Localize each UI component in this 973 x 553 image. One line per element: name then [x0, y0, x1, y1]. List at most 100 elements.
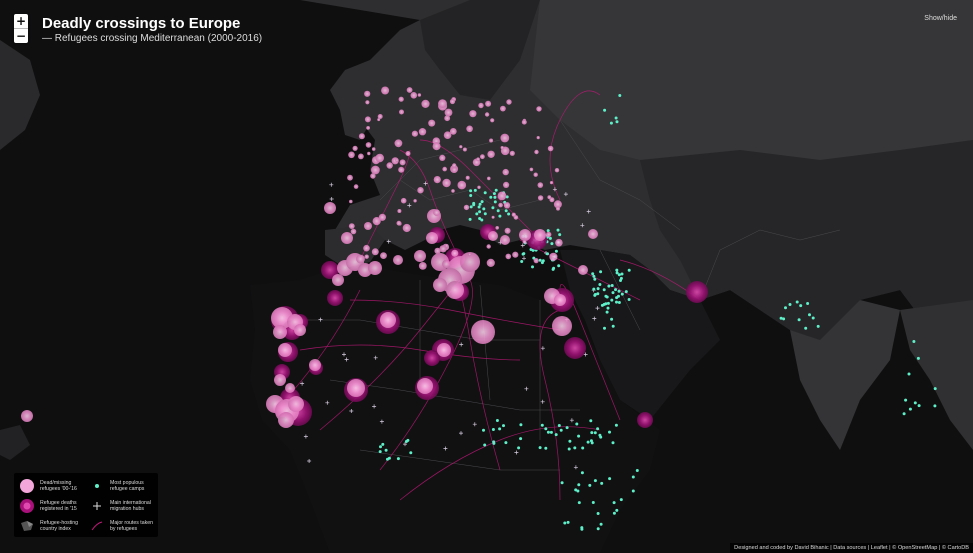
refugee-camp-dot[interactable]	[806, 302, 810, 305]
refugee-camp-dot[interactable]	[799, 304, 803, 308]
refugee-camp-dot[interactable]	[566, 520, 570, 524]
refugee-camp-dot[interactable]	[504, 209, 508, 213]
dead-missing-marker[interactable]	[451, 166, 458, 173]
refugee-camp-dot[interactable]	[598, 433, 602, 437]
refugee-camp-dot[interactable]	[483, 443, 487, 447]
refugee-camp-dot[interactable]	[475, 212, 479, 216]
dead-missing-marker[interactable]	[549, 252, 558, 261]
refugee-camp-dot[interactable]	[580, 471, 584, 475]
dead-missing-marker[interactable]	[477, 185, 481, 189]
dead-missing-marker[interactable]	[349, 199, 353, 204]
dead-missing-marker[interactable]	[547, 145, 554, 152]
dead-missing-marker[interactable]	[547, 195, 552, 200]
refugee-camp-dot[interactable]	[907, 372, 911, 376]
refugee-camp-dot[interactable]	[598, 283, 602, 286]
refugee-camp-dot[interactable]	[546, 252, 549, 256]
dead-missing-marker[interactable]	[411, 130, 418, 137]
refugee-camp-dot[interactable]	[381, 442, 385, 446]
dead-missing-marker[interactable]	[469, 110, 477, 118]
dead-missing-marker[interactable]	[549, 181, 554, 185]
dead-missing-marker[interactable]	[394, 139, 403, 148]
dead-missing-marker[interactable]	[578, 265, 588, 275]
refugee-camp-dot[interactable]	[779, 316, 783, 320]
refugee-camp-dot[interactable]	[612, 511, 616, 515]
dead-missing-marker[interactable]	[400, 197, 407, 204]
dead-missing-marker[interactable]	[451, 249, 459, 257]
refugee-camp-dot[interactable]	[614, 288, 617, 292]
dead-missing-marker[interactable]	[478, 102, 484, 109]
dead-missing-marker[interactable]	[439, 154, 446, 161]
dead-missing-marker[interactable]	[487, 176, 491, 181]
dead-missing-marker[interactable]	[533, 172, 538, 177]
refugee-camp-dot[interactable]	[544, 446, 548, 450]
refugee-camp-dot[interactable]	[478, 202, 482, 206]
dead-missing-marker[interactable]	[497, 191, 507, 201]
zoom-out-button[interactable]: −	[14, 28, 28, 43]
dead-missing-marker[interactable]	[348, 151, 355, 159]
dead-missing-marker[interactable]	[504, 227, 511, 234]
dead-missing-marker[interactable]	[521, 119, 527, 125]
dead-missing-marker[interactable]	[309, 359, 321, 371]
dead-missing-marker[interactable]	[356, 254, 365, 264]
dead-missing-marker[interactable]	[372, 217, 381, 226]
death-2015-marker[interactable]	[686, 281, 708, 303]
dead-missing-marker[interactable]	[413, 199, 417, 203]
refugee-camp-dot[interactable]	[615, 508, 619, 512]
dead-missing-marker[interactable]	[417, 187, 424, 194]
refugee-camp-dot[interactable]	[482, 207, 486, 211]
dead-missing-marker[interactable]	[358, 153, 364, 160]
refugee-camp-dot[interactable]	[588, 483, 592, 487]
refugee-camp-dot[interactable]	[554, 433, 558, 437]
refugee-camp-dot[interactable]	[577, 501, 581, 505]
dead-missing-marker[interactable]	[505, 253, 512, 260]
death-2015-marker[interactable]	[637, 412, 653, 428]
refugee-camp-dot[interactable]	[631, 489, 635, 493]
refugee-camp-dot[interactable]	[912, 340, 916, 343]
refugee-camp-dot[interactable]	[606, 301, 610, 305]
dead-missing-marker[interactable]	[487, 150, 495, 158]
dead-missing-marker[interactable]	[433, 278, 447, 292]
refugee-camp-dot[interactable]	[627, 298, 631, 301]
refugee-camp-dot[interactable]	[483, 212, 487, 216]
dead-missing-marker[interactable]	[491, 215, 495, 219]
refugee-camp-dot[interactable]	[519, 437, 523, 441]
refugee-camp-dot[interactable]	[600, 481, 604, 485]
refugee-camp-dot[interactable]	[573, 446, 577, 450]
refugee-camp-dot[interactable]	[596, 427, 600, 431]
dead-missing-marker[interactable]	[495, 226, 500, 230]
dead-missing-marker[interactable]	[332, 274, 344, 286]
refugee-camp-dot[interactable]	[619, 498, 623, 502]
refugee-camp-dot[interactable]	[504, 441, 508, 445]
dead-missing-marker[interactable]	[421, 99, 430, 108]
dead-missing-marker[interactable]	[381, 86, 390, 95]
refugee-camp-dot[interactable]	[602, 302, 606, 306]
dead-missing-marker[interactable]	[353, 184, 359, 189]
dead-missing-marker[interactable]	[512, 251, 519, 258]
refugee-camp-dot[interactable]	[784, 306, 787, 310]
dead-missing-marker[interactable]	[399, 159, 406, 166]
dead-missing-marker[interactable]	[433, 176, 441, 184]
refugee-camp-dot[interactable]	[611, 291, 615, 295]
refugee-camp-dot[interactable]	[384, 448, 388, 452]
refugee-camp-dot[interactable]	[544, 427, 548, 431]
refugee-camp-dot[interactable]	[902, 412, 906, 416]
dead-missing-marker[interactable]	[446, 281, 464, 299]
refugee-camp-dot[interactable]	[492, 441, 496, 445]
dead-missing-marker[interactable]	[399, 109, 404, 115]
dead-missing-marker[interactable]	[434, 247, 441, 255]
dead-missing-marker[interactable]	[438, 99, 447, 108]
death-2015-marker[interactable]	[327, 290, 343, 306]
dead-missing-marker[interactable]	[273, 325, 287, 339]
dead-missing-marker[interactable]	[490, 118, 495, 123]
refugee-camp-dot[interactable]	[540, 261, 544, 265]
map-canvas[interactable]	[0, 0, 973, 553]
refugee-camp-dot[interactable]	[591, 272, 595, 276]
dead-missing-marker[interactable]	[347, 174, 353, 181]
dead-missing-marker[interactable]	[552, 316, 572, 336]
refugee-camp-dot[interactable]	[560, 481, 564, 485]
dead-missing-marker[interactable]	[288, 396, 304, 412]
dead-missing-marker[interactable]	[502, 168, 509, 176]
refugee-camp-dot[interactable]	[608, 430, 611, 434]
refugee-camp-dot[interactable]	[593, 293, 597, 296]
refugee-camp-dot[interactable]	[611, 441, 615, 445]
